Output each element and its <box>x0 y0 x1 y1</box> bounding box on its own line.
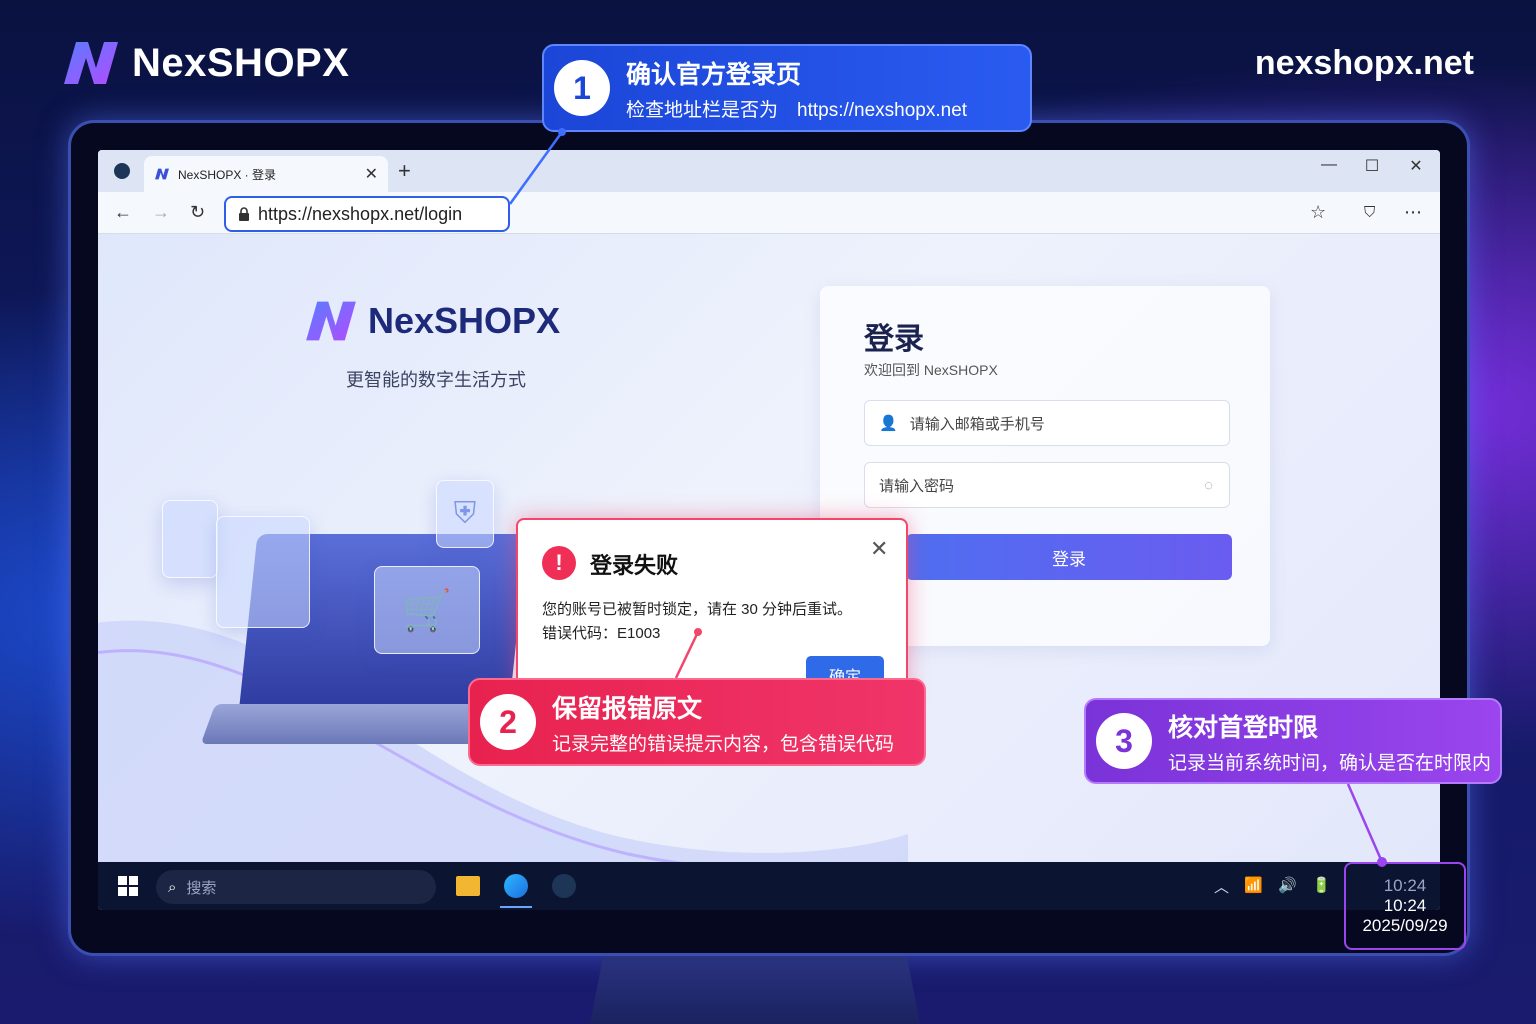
tab-close-icon[interactable]: ✕ <box>365 164 378 184</box>
account-placeholder: 请输入邮箱或手机号 <box>909 415 1045 433</box>
clock-date: 2025/09/29 <box>1362 916 1448 935</box>
search-icon: ⌕ <box>168 878 177 896</box>
glass-card-illustration <box>216 516 310 628</box>
account-field[interactable]: 👤 请输入邮箱或手机号 <box>864 400 1230 446</box>
new-tab-button[interactable]: + <box>398 158 411 184</box>
active-app-indicator <box>500 906 532 908</box>
battery-icon[interactable]: 🔋 <box>1312 876 1331 894</box>
screen: NexSHOPX · 登录 ✕ + — ☐ ✕ ← → ↻ https://ne… <box>98 150 1440 910</box>
app-icon[interactable] <box>552 874 576 898</box>
brand-name: NexSHOPX <box>132 40 350 85</box>
dialog-close-icon[interactable]: ✕ <box>870 536 888 562</box>
wifi-icon[interactable]: 📶 <box>1244 876 1263 894</box>
lock-icon <box>239 207 249 221</box>
shield-icon: ⛨ <box>436 480 494 548</box>
callout-title: 确认官方登录页 <box>626 60 802 89</box>
back-icon[interactable]: ← <box>114 202 132 223</box>
minimize-button[interactable]: — <box>1314 156 1344 174</box>
page-logo: NexSHOPX <box>302 298 560 344</box>
callout-number: 3 <box>1096 713 1152 769</box>
volume-icon[interactable]: 🔊 <box>1278 876 1297 894</box>
system-clock-highlight[interactable]: 10:24 10:24 2025/09/29 <box>1344 862 1466 950</box>
address-bar[interactable]: https://nexshopx.net/login <box>224 196 510 232</box>
hide-password-icon[interactable]: ◌ <box>1204 477 1213 494</box>
dialog-title: 登录失败 <box>590 553 679 578</box>
extension-icon[interactable]: ⛉ <box>1364 204 1375 221</box>
dialog-message: 您的账号已被暂时锁定，请在 30 分钟后重试。 <box>542 601 853 618</box>
file-explorer-icon[interactable] <box>456 876 480 896</box>
page-logo-icon <box>306 301 356 341</box>
callout-desc: 记录完整的错误提示内容，包含错误代码 <box>552 733 895 755</box>
callout-number: 1 <box>554 60 610 116</box>
error-icon: ! <box>542 546 576 580</box>
browser-tab-bar: NexSHOPX · 登录 ✕ + — ☐ ✕ <box>98 150 1440 192</box>
tab-title: NexSHOPX · 登录 <box>178 167 277 182</box>
user-icon: 👤 <box>879 415 898 432</box>
brand: NexSHOPX <box>60 38 349 88</box>
clock-faded: 10:24 <box>1383 876 1427 895</box>
login-subtitle: 欢迎回到 NexSHOPX <box>864 362 998 378</box>
tab-favicon-icon <box>155 168 169 180</box>
password-placeholder: 请输入密码 <box>879 477 955 495</box>
login-title: 登录 <box>864 323 924 356</box>
profile-icon[interactable] <box>114 163 130 179</box>
close-window-button[interactable]: ✕ <box>1401 156 1431 176</box>
monitor-stand <box>590 956 920 1024</box>
forward-icon[interactable]: → <box>152 202 170 223</box>
reload-icon[interactable]: ↻ <box>190 202 205 223</box>
page-logo-text: NexSHOPX <box>368 300 561 341</box>
start-icon[interactable] <box>118 876 138 896</box>
callout-1: 1 确认官方登录页 检查地址栏是否为 https://nexshopx.net <box>542 44 1032 132</box>
callout-number: 2 <box>480 694 536 750</box>
address-bar-row: ← → ↻ https://nexshopx.net/login ☆ ⛉ ⋯ <box>98 192 1440 234</box>
callout-desc: 记录当前系统时间，确认是否在时限内 <box>1168 752 1492 774</box>
maximize-button[interactable]: ☐ <box>1357 156 1387 176</box>
login-button[interactable]: 登录 <box>906 534 1232 580</box>
taskbar-search[interactable]: ⌕ 搜索 <box>156 870 436 904</box>
favorite-star-icon[interactable]: ☆ <box>1310 202 1326 223</box>
edge-browser-icon[interactable] <box>504 874 528 898</box>
callout-2: 2 保留报错原文 记录完整的错误提示内容，包含错误代码 <box>468 678 926 766</box>
clock-time: 10:24 <box>1383 896 1427 915</box>
tray-chevron-icon[interactable]: ︿ <box>1214 876 1229 897</box>
glass-card-illustration <box>162 500 218 578</box>
browser-tab[interactable]: NexSHOPX · 登录 ✕ <box>144 156 388 192</box>
callout-title: 保留报错原文 <box>552 694 703 723</box>
callout-3: 3 核对首登时限 记录当前系统时间，确认是否在时限内 <box>1084 698 1502 784</box>
shopping-cart-icon: 🛒 <box>374 566 480 654</box>
search-placeholder: 搜索 <box>186 879 217 897</box>
page-tagline: 更智能的数字生活方式 <box>346 370 526 390</box>
password-field[interactable]: 请输入密码 ◌ <box>864 462 1230 508</box>
nexshopx-logo-icon <box>64 42 118 84</box>
callout-desc: 检查地址栏是否为 https://nexshopx.net <box>626 99 968 121</box>
site-domain: nexshopx.net <box>1254 44 1474 82</box>
more-menu-icon[interactable]: ⋯ <box>1404 202 1422 223</box>
callout-title: 核对首登时限 <box>1168 713 1319 742</box>
dialog-error-code: 错误代码：E1003 <box>542 625 661 642</box>
url-text: https://nexshopx.net/login <box>258 203 463 224</box>
taskbar: ⌕ 搜索 ︿ 📶 🔊 🔋 <box>98 862 1440 910</box>
